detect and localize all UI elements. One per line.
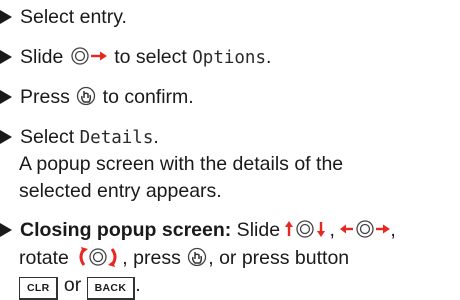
controller-press-icon: [75, 85, 97, 116]
back-button: BACK: [86, 277, 136, 300]
bullet-arrow-icon: [0, 90, 12, 104]
menu-item-details: Details: [79, 128, 154, 148]
bullet-arrow-icon: [0, 50, 12, 64]
step-details-desc-line2: selected entry appears.: [19, 180, 222, 202]
controller-press-icon: [186, 246, 208, 277]
step-closing-line3: CLR or BACK.: [19, 270, 141, 300]
closing-popup-heading: Closing popup screen:: [20, 219, 232, 241]
step-slide-options: Slide to select Options.: [0, 42, 271, 76]
bullet-arrow-icon: [0, 130, 12, 144]
menu-item-options: Options: [192, 48, 267, 68]
controller-right-icon: [69, 45, 109, 76]
instruction-page: Select entry. Slide to select Options. P…: [0, 0, 460, 300]
step-details-desc-line1: A popup screen with the details of the: [19, 153, 344, 175]
step-text: Select entry.: [20, 6, 127, 28]
step-select-entry: Select entry.: [0, 2, 127, 32]
bullet-arrow-icon: [0, 223, 12, 237]
bullet-arrow-icon: [0, 10, 12, 24]
clr-button: CLR: [19, 277, 59, 300]
step-press-confirm: Press to confirm.: [0, 82, 194, 116]
